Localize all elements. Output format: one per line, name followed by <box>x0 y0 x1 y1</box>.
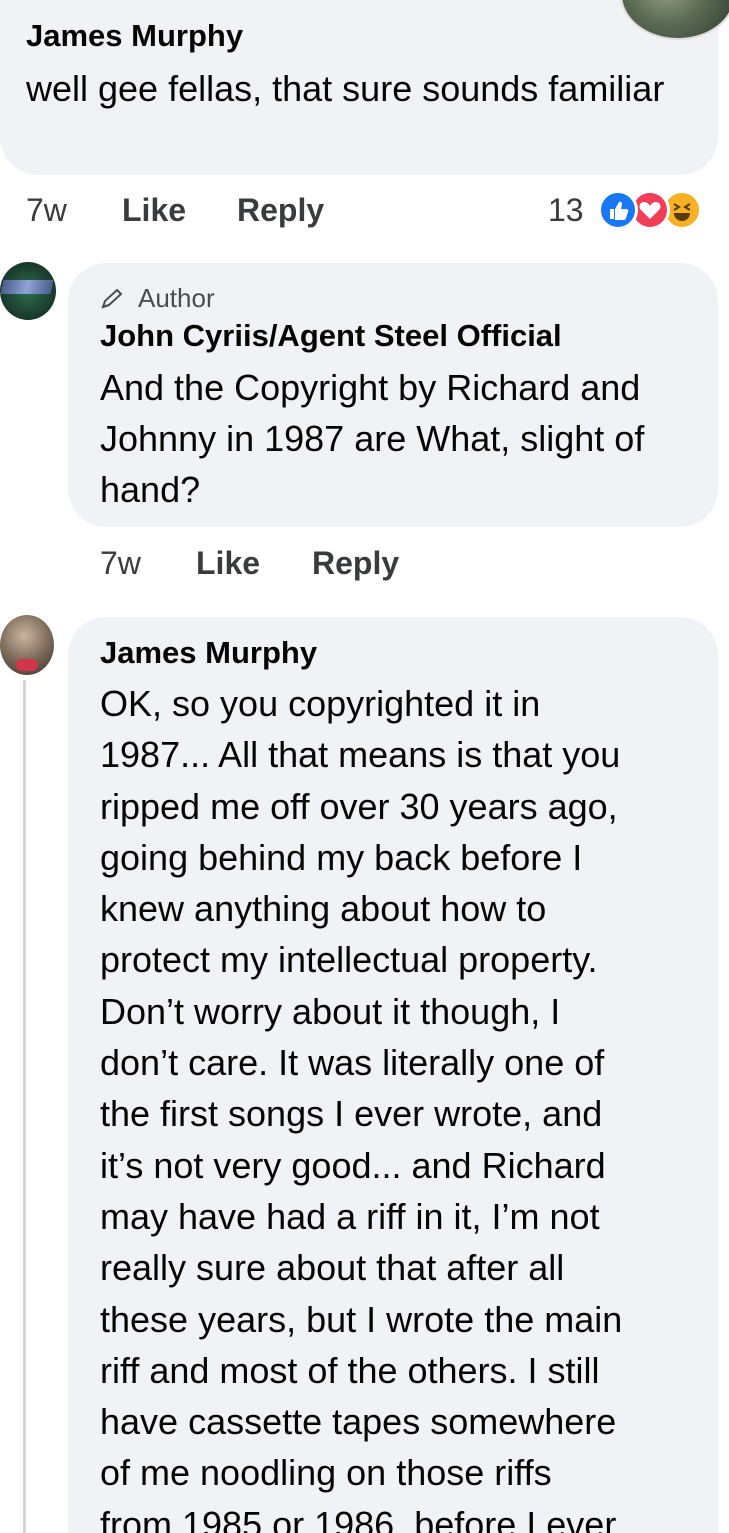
author-badge: Author <box>138 283 215 313</box>
reply-button[interactable]: Reply <box>237 192 324 229</box>
comment-text-line: these years, but I wrote the main <box>100 1298 623 1340</box>
comment-text-line: from 1985 or 1986, before I ever <box>100 1503 617 1533</box>
comment-thread: James Murphy well gee fellas, that sure … <box>0 0 729 1533</box>
comment-text-line: the first songs I ever wrote, and <box>100 1093 603 1135</box>
like-icon <box>598 190 638 230</box>
comment-text: OK, so you copyrighted it in 1987... All… <box>100 678 700 1533</box>
band-logo <box>0 280 54 294</box>
comment-text-line: have cassette tapes somewhere <box>100 1401 617 1443</box>
comment-text-line: knew anything about how to <box>100 888 547 930</box>
comment-text-line: it’s not very good... and Richard <box>100 1144 606 1186</box>
comment-text-line: going behind my back before I <box>100 836 583 878</box>
avatar[interactable] <box>0 615 54 675</box>
reaction-count: 13 <box>548 192 584 228</box>
like-button[interactable]: Like <box>122 192 186 229</box>
comment-text-line: may have had a riff in it, I’m not <box>100 1195 600 1237</box>
comment-timestamp[interactable]: 7w <box>100 545 141 582</box>
comment-author-name[interactable]: James Murphy <box>100 635 317 671</box>
comment-text-line: Don’t worry about it though, I <box>100 990 561 1032</box>
pencil-icon <box>101 288 123 309</box>
comment-author-name[interactable]: James Murphy <box>26 18 243 54</box>
reply-button[interactable]: Reply <box>312 545 399 582</box>
avatar[interactable] <box>0 262 56 320</box>
comment-text-line: riff and most of the others. I still <box>100 1349 600 1391</box>
comment-text-line: of me noodling on those riffs <box>100 1452 552 1494</box>
comment-text-line: really sure about that after all <box>100 1247 565 1289</box>
comment-timestamp[interactable]: 7w <box>26 192 67 229</box>
reply-thread-line <box>23 680 26 1533</box>
comment-text-line: 1987... All that means is that you <box>100 734 621 776</box>
comment-text-line: ripped me off over 30 years ago, <box>100 785 618 827</box>
comment-text-line: OK, so you copyrighted it in <box>100 683 541 724</box>
comment-author-name[interactable]: John Cyriis/Agent Steel Official <box>100 318 562 354</box>
comment-text-line: protect my intellectual property. <box>100 939 598 981</box>
comment-text-line: don’t care. It was literally one of <box>100 1042 605 1084</box>
like-button[interactable]: Like <box>196 545 260 582</box>
heart-icon <box>16 659 38 671</box>
comment-text: And the Copyright by Richard and Johnny … <box>100 367 645 510</box>
comment-text: well gee fellas, that sure sounds famili… <box>26 68 665 109</box>
